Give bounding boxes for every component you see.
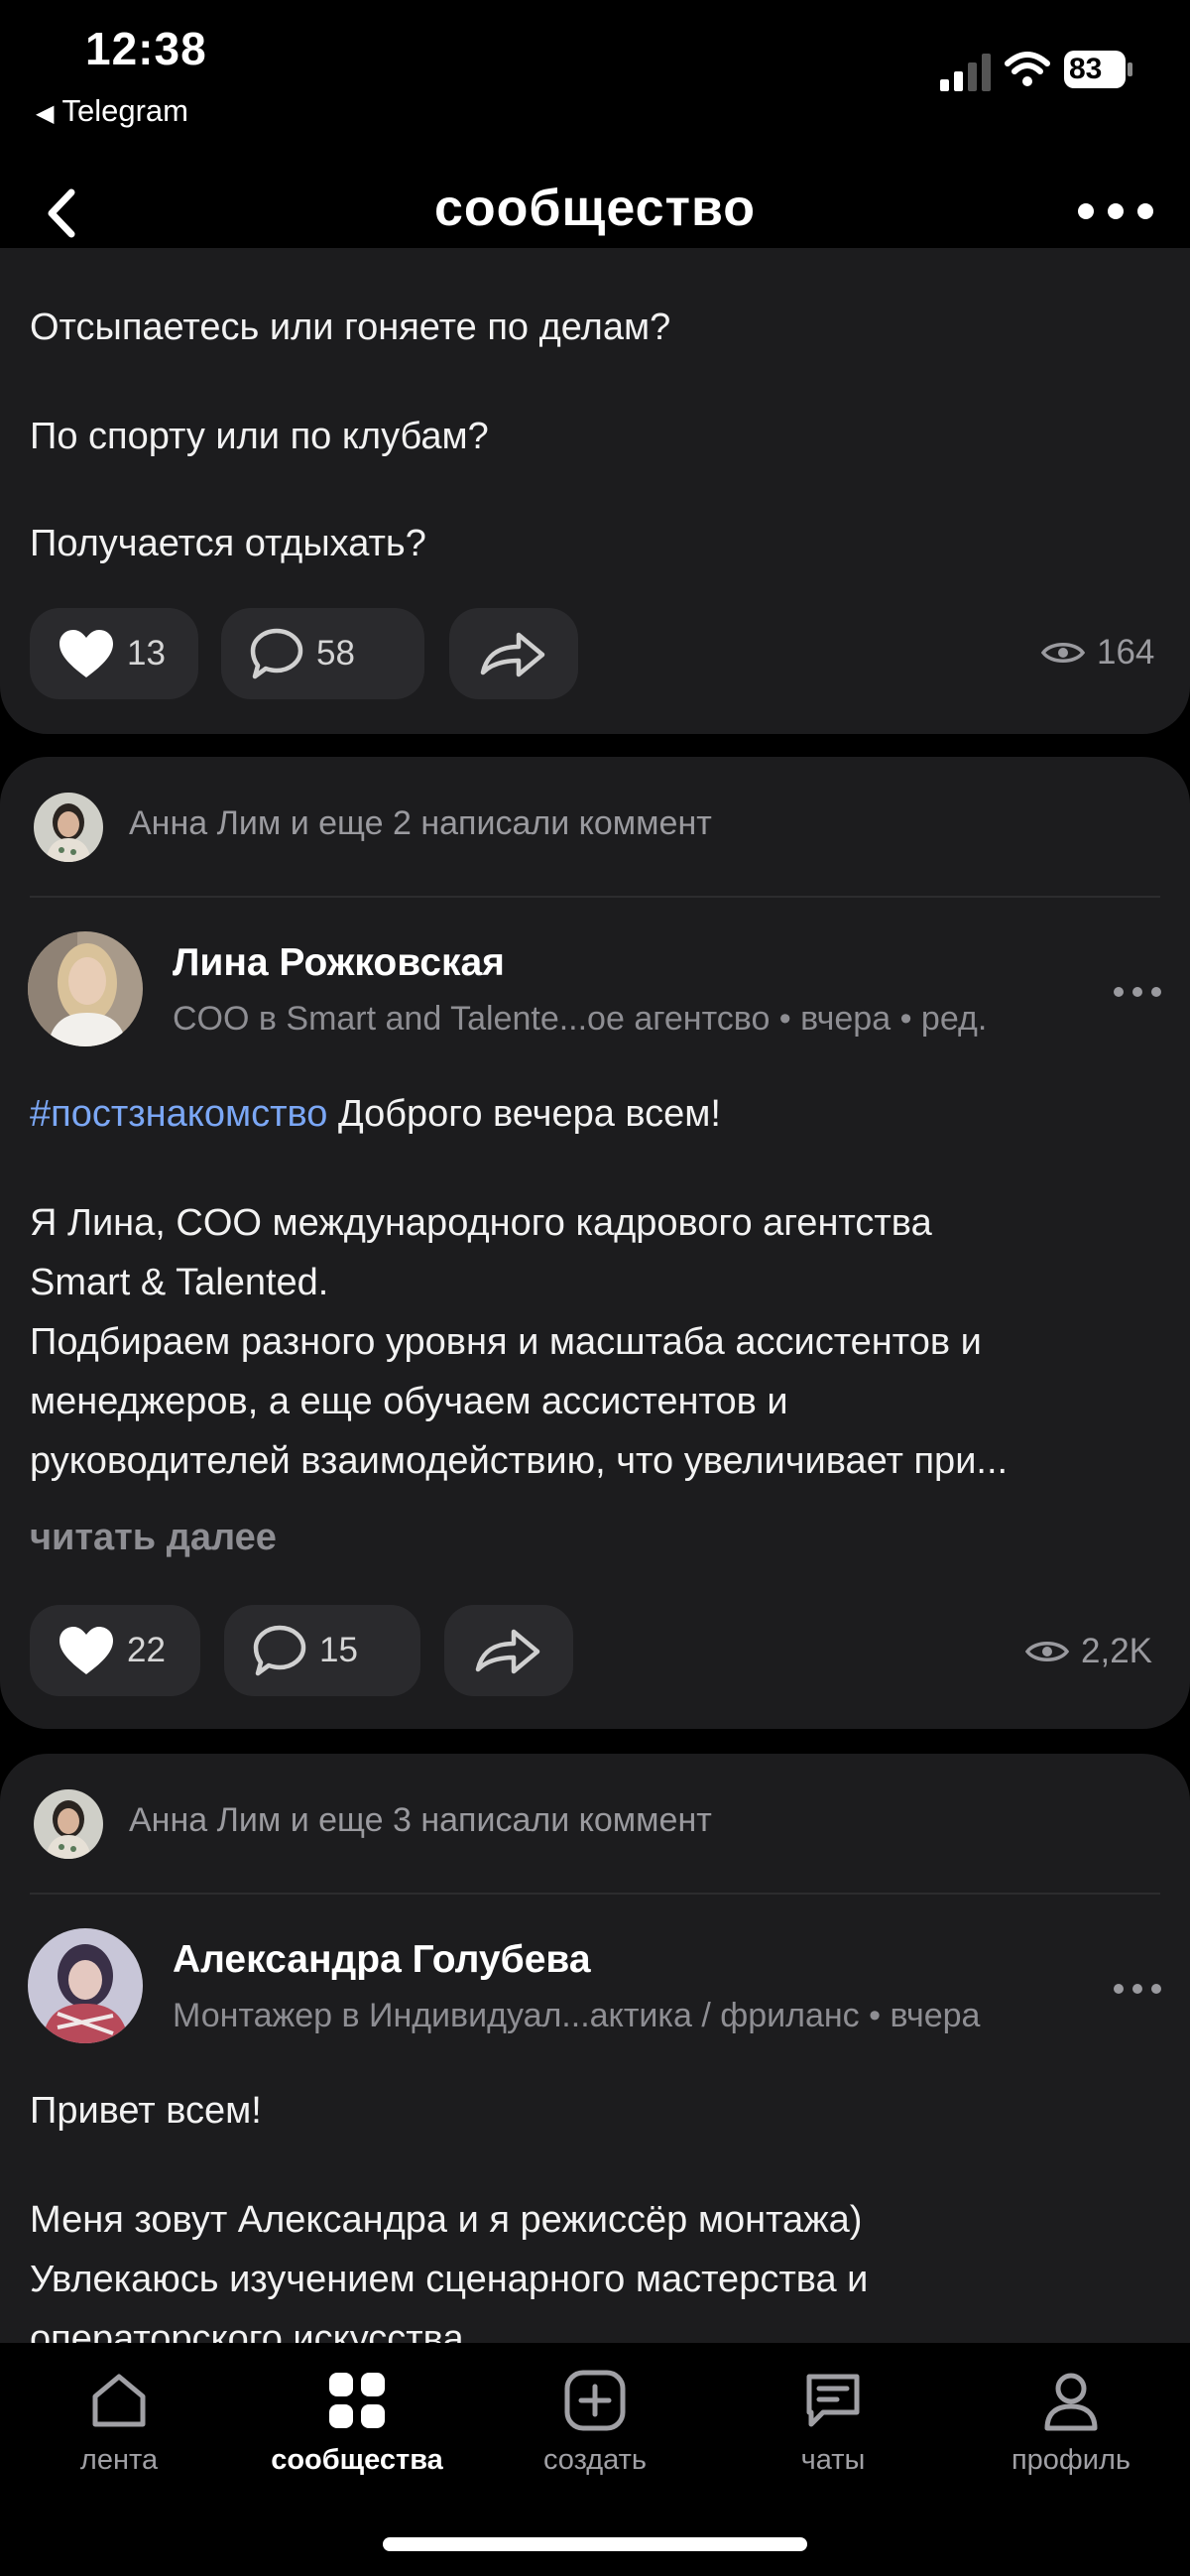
- plus-square-icon: [564, 2370, 626, 2431]
- commenter-avatar[interactable]: [34, 1789, 103, 1859]
- chat-icon: [806, 2374, 860, 2427]
- post-text-line: менеджеров, а еще обучаем ассистентов и: [30, 1381, 788, 1422]
- author-name[interactable]: Александра Голубева: [173, 1938, 591, 1982]
- divider: [30, 896, 1160, 898]
- tab-label: сообщества: [271, 2444, 443, 2476]
- author-avatar[interactable]: [28, 1928, 143, 2043]
- tab-label: создать: [542, 2444, 648, 2476]
- share-button[interactable]: [444, 1605, 573, 1696]
- post-text-line: Меня зовут Александра и я режиссёр монта…: [30, 2199, 863, 2241]
- battery-level: 83: [1069, 53, 1103, 85]
- wifi-icon: [1005, 52, 1050, 86]
- post-text-line: Привет всем!: [30, 2090, 262, 2132]
- share-button[interactable]: [449, 608, 578, 699]
- eye-icon: [1041, 643, 1085, 663]
- like-button[interactable]: 13: [30, 608, 198, 699]
- page-title: сообщество: [433, 180, 757, 237]
- back-triangle-icon: ◀: [36, 100, 55, 127]
- author-avatar[interactable]: [28, 931, 143, 1046]
- view-count-value: 164: [1097, 633, 1155, 672]
- post-text-line: Подбираем разного уровня и масштаба асси…: [30, 1321, 982, 1363]
- author-subline: COO в Smart and Talente...ое агентсво • …: [173, 1000, 988, 1038]
- profile-icon: [1044, 2373, 1098, 2431]
- view-count: 164: [1041, 633, 1154, 673]
- back-app-label: Telegram: [61, 93, 188, 128]
- post-text-line: руководителей взаимодействию, что увелич…: [30, 1440, 1009, 1482]
- comment-icon: [250, 628, 303, 679]
- post-card: Отсыпаетесь или гоняете по делам? По спо…: [0, 248, 1190, 734]
- home-indicator[interactable]: [383, 2537, 807, 2551]
- status-time: 12:38: [85, 23, 207, 74]
- signal-icon: [940, 54, 991, 91]
- like-count: 22: [127, 1631, 166, 1669]
- commented-by-text[interactable]: Анна Лим и еще 3 написали коммент: [129, 1801, 712, 1840]
- tab-label: чаты: [800, 2444, 866, 2476]
- view-count-value: 2,2K: [1081, 1632, 1152, 1670]
- share-icon: [480, 632, 545, 677]
- commenter-avatar[interactable]: [34, 793, 103, 862]
- more-options-icon[interactable]: [1076, 194, 1155, 228]
- tab-chats[interactable]: чаты: [744, 2369, 922, 2477]
- share-icon: [475, 1629, 540, 1674]
- post-text-line: Увлекаюсь изучением сценарного мастерств…: [30, 2259, 869, 2300]
- back-to-telegram[interactable]: ◀ Telegram: [36, 93, 188, 129]
- comment-count: 58: [316, 634, 355, 673]
- post-options-icon[interactable]: [1113, 982, 1162, 1002]
- post-text-line: Получается отдыхать?: [30, 523, 426, 564]
- heart-icon: [60, 1627, 113, 1674]
- home-icon: [92, 2374, 146, 2427]
- view-count: 2,2K: [1025, 1632, 1152, 1671]
- post-text-line: Я Лина, COO международного кадрового аге…: [30, 1202, 932, 1244]
- tab-profile[interactable]: профиль: [982, 2369, 1160, 2477]
- author-name[interactable]: Лина Рожковская: [173, 941, 505, 985]
- battery-indicator: 83: [1063, 50, 1134, 89]
- comment-count: 15: [319, 1631, 358, 1669]
- heart-icon: [60, 630, 113, 677]
- post-card: Анна Лим и еще 2 написали коммент Лина Р…: [0, 757, 1190, 1729]
- post-first-line-text: Доброго вечера всем!: [327, 1093, 721, 1135]
- author-subline: Монтажер в Индивидуал...актика / фриланс…: [173, 1997, 981, 2034]
- tab-label: профиль: [1011, 2444, 1131, 2476]
- eye-icon: [1025, 1642, 1069, 1661]
- grid-icon: [329, 2373, 385, 2428]
- like-count: 13: [127, 634, 166, 673]
- tab-feed[interactable]: лента: [30, 2369, 208, 2477]
- tab-communities[interactable]: сообщества: [268, 2369, 446, 2477]
- commented-by-text[interactable]: Анна Лим и еще 2 написали коммент: [129, 804, 712, 843]
- hashtag-link[interactable]: #постзнакомство: [30, 1093, 327, 1135]
- post-options-icon[interactable]: [1113, 1979, 1162, 1999]
- like-button[interactable]: 22: [30, 1605, 200, 1696]
- comment-button[interactable]: 58: [221, 608, 424, 699]
- divider: [30, 1893, 1160, 1895]
- comment-button[interactable]: 15: [224, 1605, 420, 1696]
- comment-icon: [253, 1625, 306, 1676]
- post-text-line: По спорту или по клубам?: [30, 416, 489, 457]
- read-more-link[interactable]: читать далее: [30, 1517, 277, 1559]
- post-text-line: Отсыпаетесь или гоняете по делам?: [30, 307, 671, 348]
- post-text-line: Smart & Talented.: [30, 1262, 329, 1303]
- post-first-line: #постзнакомство Доброго вечера всем!: [30, 1084, 721, 1144]
- tab-create[interactable]: создать: [506, 2369, 684, 2477]
- tab-label: лента: [79, 2444, 159, 2476]
